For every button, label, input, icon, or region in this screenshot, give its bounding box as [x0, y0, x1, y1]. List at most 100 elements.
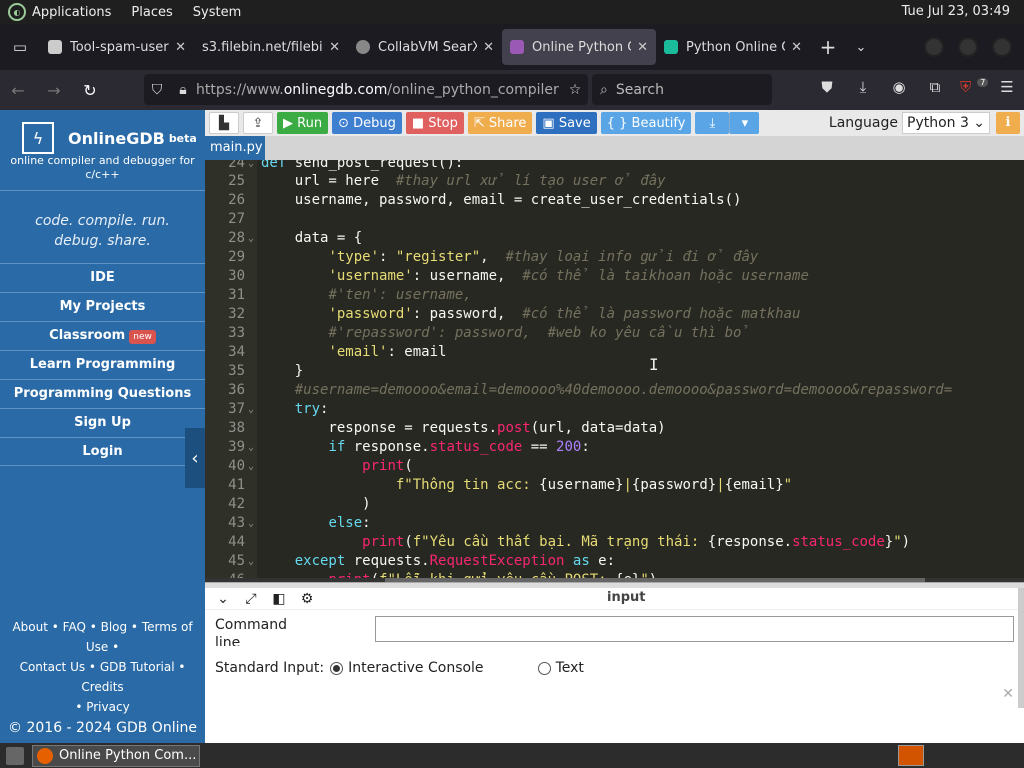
show-desktop-icon[interactable] [6, 746, 24, 765]
places-menu[interactable]: Places [131, 5, 172, 20]
code-editor[interactable]: 24 ⌄ def send_post_request(): 25 url = her… [205, 160, 1024, 582]
new-tab-icon[interactable]: + [810, 35, 846, 59]
run-button[interactable]: ▶ Run [277, 112, 329, 134]
minimize-icon[interactable] [924, 37, 944, 57]
beta-label: beta [168, 131, 197, 145]
sidebar-footer: About • FAQ • Blog • Terms of Use • Cont… [0, 617, 205, 743]
language-value: Python 3 [907, 115, 969, 131]
chevron-down-icon: ⌄ [973, 115, 985, 131]
sidebar-item-my-projects[interactable]: My Projects [0, 292, 205, 321]
sidebar-item-sign-up[interactable]: Sign Up [0, 408, 205, 437]
beautify-button[interactable]: { } Beautify [600, 112, 692, 134]
info-icon[interactable]: ℹ [996, 112, 1020, 134]
tab-online-python-active[interactable]: Online Python C ✕ [502, 29, 656, 65]
tab-title: s3.filebin.net/filebin [202, 39, 324, 55]
interactive-console-label[interactable]: Interactive Console [348, 660, 483, 676]
code-line: 25 url = here #thay url xử lí tạo user ở… [228, 173, 666, 189]
save-button[interactable]: ▣ Save [536, 112, 597, 134]
forward-icon[interactable]: → [36, 81, 72, 100]
close-icon[interactable]: ✕ [637, 40, 648, 55]
url-bar[interactable]: ⛉ 🔒︎ https://www.onlinegdb.com/online_py… [144, 74, 588, 105]
reload-icon[interactable]: ↻ [72, 81, 108, 100]
file-tab-main[interactable]: main.py [205, 136, 265, 160]
code-line: 36 #username=demoooo&email=demoooo%40dem… [228, 382, 953, 398]
close-icon[interactable]: ✕ [483, 40, 494, 55]
layout-toggle-icon[interactable]: ◧ [269, 591, 289, 607]
close-icon[interactable]: ✕ [1002, 686, 1014, 702]
text-radio[interactable] [537, 661, 551, 675]
taskbar-window-firefox[interactable]: Online Python Com... [32, 744, 200, 767]
shield-icon[interactable]: ⛉ [144, 82, 170, 98]
share-button[interactable]: ⇱ Share [467, 112, 533, 134]
new-file-icon[interactable]: ▙ [209, 112, 239, 134]
stop-label: Stop [428, 115, 458, 131]
interactive-console-radio[interactable] [330, 661, 344, 675]
file-tabs: main.py [205, 136, 1024, 160]
upload-icon[interactable]: ⇪ [243, 112, 273, 134]
search-placeholder: Search [615, 81, 664, 98]
list-all-tabs-icon[interactable]: ⌄ [846, 40, 876, 55]
sidebar-item-learn-programming[interactable]: Learn Programming [0, 350, 205, 379]
menu-icon[interactable]: ☰ [996, 78, 1018, 96]
ublock-icon[interactable]: ⛨ 7 [960, 78, 989, 96]
download-options-icon[interactable]: ▾ [729, 112, 760, 134]
url-text[interactable]: https://www.onlinegdb.com/online_python_… [196, 82, 562, 98]
extensions-icon[interactable]: ⧉ [924, 78, 946, 96]
text-cursor-icon: Ι [649, 355, 659, 374]
system-menu[interactable]: System [193, 5, 241, 20]
tab-list-icon[interactable]: ▭ [0, 24, 40, 70]
sidebar-item-label: Classroom [49, 328, 126, 343]
tab-tool-spam[interactable]: Tool-spam-user ✕ [40, 29, 194, 65]
download-icon[interactable]: ⤓ [852, 78, 874, 96]
bookmark-star-icon[interactable]: ☆ [562, 82, 588, 98]
stop-button[interactable]: ■ Stop [405, 112, 464, 134]
account-icon[interactable]: ◉ [888, 78, 910, 96]
floppy-icon: ▣ [542, 115, 559, 131]
sidebar: ϟ OnlineGDB beta online compiler and deb… [0, 110, 205, 743]
footer-links-1[interactable]: About • FAQ • Blog • Terms of Use • [0, 617, 205, 657]
sidebar-item-login[interactable]: Login [0, 437, 205, 466]
applications-icon[interactable]: ◐ [8, 3, 26, 21]
gear-icon[interactable]: ⚙ [297, 591, 317, 607]
collapse-panel-icon[interactable]: ⌄ [213, 591, 233, 607]
download-button[interactable]: ⤓ [695, 112, 730, 134]
expand-icon[interactable]: ⤢ [241, 591, 261, 607]
lock-icon[interactable]: 🔒︎ [170, 82, 196, 98]
share-label: Share [488, 115, 527, 131]
sidebar-item-programming-questions[interactable]: Programming Questions [0, 379, 205, 408]
back-icon[interactable]: ← [0, 81, 36, 100]
window-close-icon[interactable] [992, 37, 1012, 57]
footer-links-3[interactable]: • Privacy [0, 697, 205, 717]
code-line: 31 #'ten': username, [228, 287, 472, 303]
workspace-switcher-icon[interactable] [898, 745, 924, 766]
sidebar-item-classroom[interactable]: Classroom new [0, 321, 205, 350]
ublock-badge: 7 [977, 78, 989, 87]
lightning-icon: ϟ [22, 122, 54, 154]
code-line: 28 ⌄ data = { [228, 230, 363, 246]
search-input[interactable]: ⌕ Search [592, 74, 772, 105]
language-select[interactable]: Python 3 ⌄ [902, 112, 990, 134]
code-line: 34 'email': email [228, 344, 447, 360]
pocket-icon[interactable]: ⛊ [816, 78, 838, 96]
save-label: Save [558, 115, 591, 131]
close-icon[interactable]: ✕ [791, 40, 802, 55]
brand[interactable]: ϟ OnlineGDB beta [0, 110, 205, 154]
text-option-label[interactable]: Text [556, 660, 584, 676]
close-icon[interactable]: ✕ [175, 40, 186, 55]
close-icon[interactable]: ✕ [329, 40, 340, 55]
footer-links-2[interactable]: Contact Us • GDB Tutorial • Credits [0, 657, 205, 697]
maximize-icon[interactable] [958, 37, 978, 57]
tab-python-online[interactable]: Python Online C ✕ [656, 29, 810, 65]
clock[interactable]: Tue Jul 23, 03:49 [902, 4, 1010, 19]
beautify-label: { } Beautify [606, 115, 686, 131]
command-line-input[interactable] [375, 616, 1014, 642]
code-line: 32 'password': password, #có thể là pass… [228, 306, 801, 322]
applications-menu[interactable]: Applications [32, 5, 111, 20]
sidebar-item-ide[interactable]: IDE [0, 263, 205, 292]
collapse-sidebar-icon[interactable]: ‹ [185, 428, 205, 488]
vertical-scrollbar[interactable] [1018, 588, 1024, 708]
tab-searx[interactable]: CollabVM SearX ✕ [348, 29, 502, 65]
debug-button[interactable]: ⊙ Debug [332, 112, 402, 134]
firefox-icon [37, 747, 53, 764]
tab-filebin[interactable]: s3.filebin.net/filebin ✕ [194, 29, 348, 65]
